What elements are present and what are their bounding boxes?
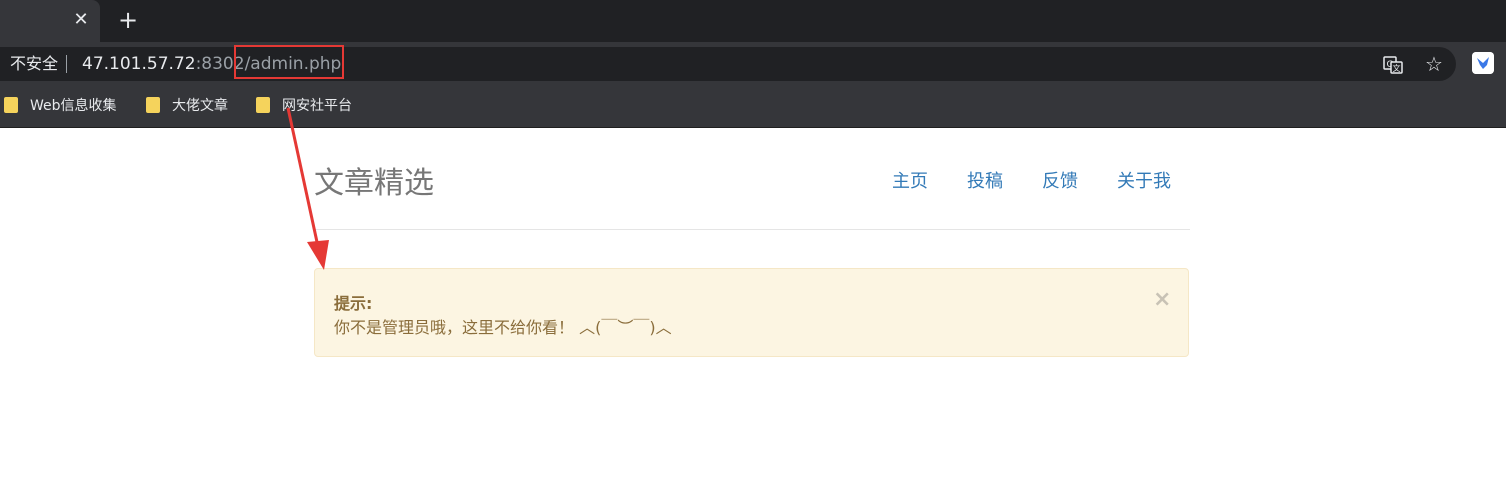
url-path-highlight bbox=[234, 45, 344, 79]
address-bar[interactable]: 不安全 47.101.57.72:8302/admin.php G 文 ☆ bbox=[0, 47, 1456, 81]
translate-icon[interactable]: G 文 bbox=[1383, 56, 1403, 74]
security-label[interactable]: 不安全 bbox=[10, 47, 58, 81]
svg-text:文: 文 bbox=[1393, 63, 1401, 73]
nav-submit[interactable]: 投稿 bbox=[967, 167, 1003, 193]
bookmark-label: Web信息收集 bbox=[30, 98, 117, 114]
nav-about[interactable]: 关于我 bbox=[1117, 167, 1171, 193]
address-separator bbox=[66, 55, 67, 73]
active-tab[interactable]: ✕ bbox=[0, 0, 100, 42]
nav-feedback[interactable]: 反馈 bbox=[1042, 167, 1078, 193]
tab-strip: ✕ + bbox=[0, 0, 1506, 42]
bookmark-label: 大佬文章 bbox=[172, 98, 228, 114]
bookmark-web-info[interactable]: Web信息收集 bbox=[4, 95, 117, 117]
alert-message: 你不是管理员哦，这里不给你看！ ︿(￣︶￣)︿ bbox=[334, 318, 672, 337]
bookmark-label: 网安社平台 bbox=[282, 98, 352, 114]
bookmarks-bar: Web信息收集 大佬文章 网安社平台 bbox=[0, 86, 1506, 128]
header-divider bbox=[314, 229, 1190, 230]
bookmark-star-icon[interactable]: ☆ bbox=[1423, 53, 1445, 75]
nav-home[interactable]: 主页 bbox=[892, 167, 928, 193]
folder-icon bbox=[4, 97, 18, 113]
folder-icon bbox=[256, 97, 270, 113]
folder-icon bbox=[146, 97, 160, 113]
new-tab-button[interactable]: + bbox=[114, 7, 142, 35]
browser-toolbar: 不安全 47.101.57.72:8302/admin.php G 文 ☆ bbox=[0, 42, 1506, 86]
extension-icon[interactable] bbox=[1472, 52, 1494, 74]
url-host: 47.101.57.72 bbox=[82, 54, 196, 74]
alert-close-button[interactable]: × bbox=[1153, 287, 1171, 312]
site-brand[interactable]: 文章精选 bbox=[314, 158, 434, 202]
bookmark-platform[interactable]: 网安社平台 bbox=[256, 95, 352, 117]
close-tab-icon[interactable]: ✕ bbox=[70, 9, 92, 31]
bookmark-articles[interactable]: 大佬文章 bbox=[146, 95, 228, 117]
warning-alert: 提示: 你不是管理员哦，这里不给你看！ ︿(￣︶￣)︿ × bbox=[314, 268, 1189, 357]
alert-title: 提示: bbox=[334, 294, 373, 313]
